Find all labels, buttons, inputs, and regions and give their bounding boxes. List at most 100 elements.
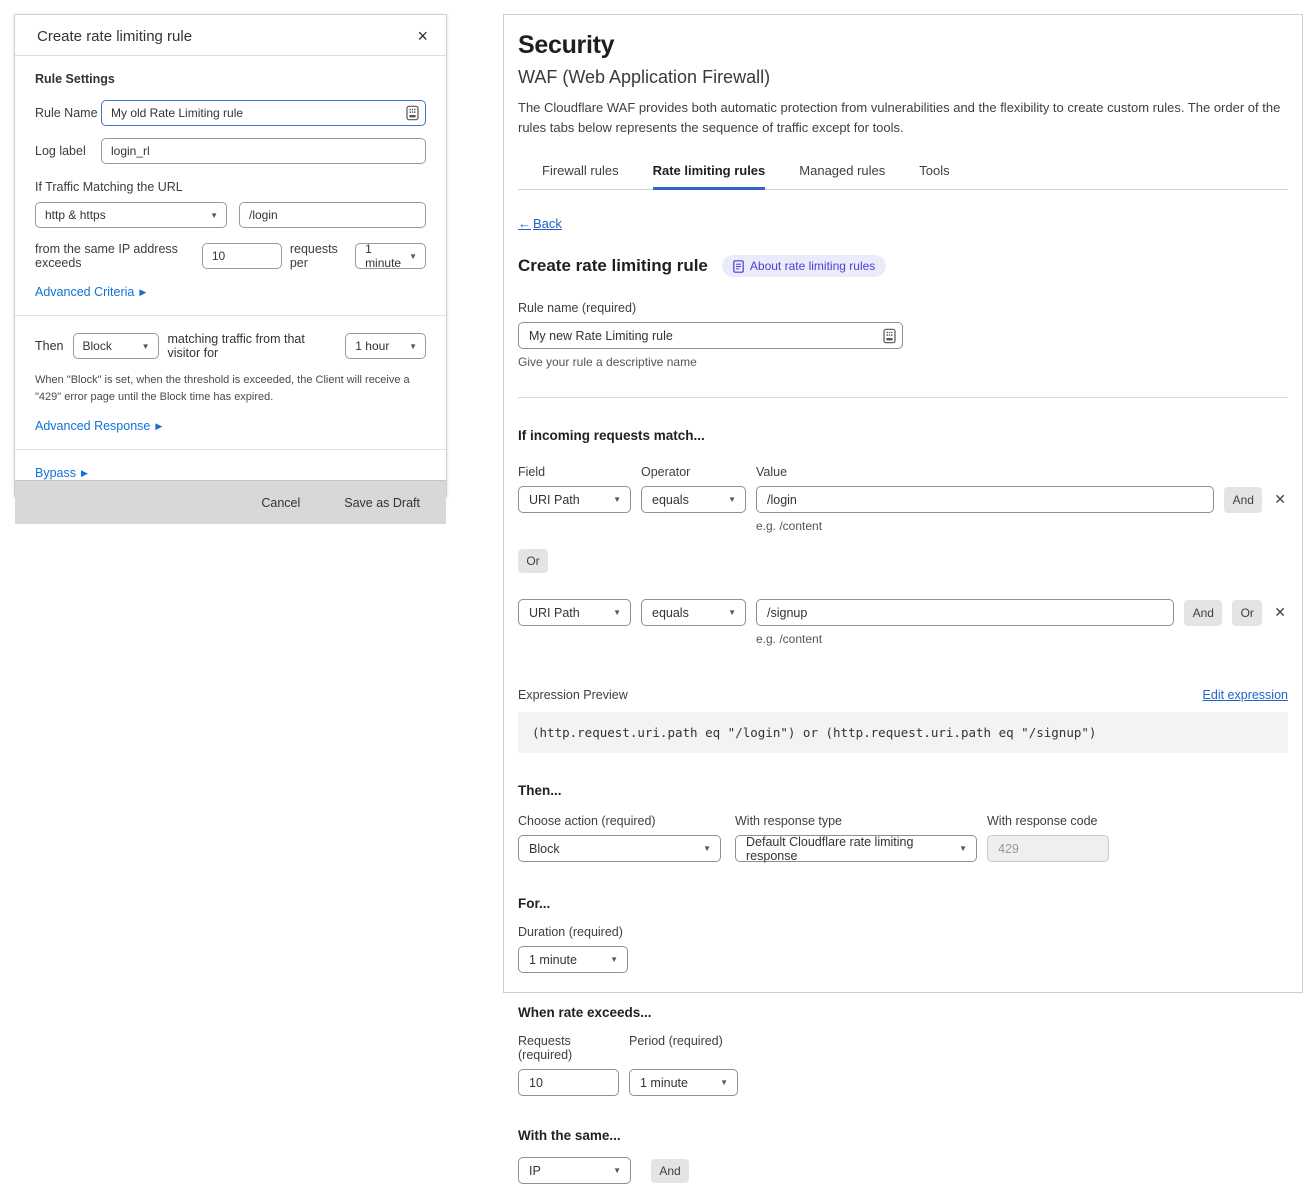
tab-firewall-rules[interactable]: Firewall rules	[542, 157, 619, 190]
bypass-link[interactable]: Bypass ▶	[35, 466, 88, 480]
rate-section-heading: When rate exceeds...	[518, 1005, 1288, 1020]
edit-expression-link[interactable]: Edit expression	[1203, 688, 1288, 702]
and-button[interactable]: And	[1224, 487, 1262, 513]
rule-name-label: Rule Name	[35, 106, 101, 120]
cancel-button[interactable]: Cancel	[261, 496, 300, 510]
log-label-input-wrap	[101, 138, 426, 164]
value-column-label: Value	[756, 465, 1288, 479]
chevron-down-icon: ▼	[142, 342, 150, 351]
remove-condition-icon[interactable]: ✕	[1272, 600, 1288, 625]
field-select[interactable]: URI Path ▼	[518, 486, 631, 513]
duration-select-value: 1 minute	[529, 953, 577, 967]
autofill-extension-icon[interactable]	[883, 328, 896, 343]
rule-name-helper: Give your rule a descriptive name	[518, 355, 1288, 369]
rate-controls: 1 minute ▼	[518, 1069, 1288, 1096]
condition-column-labels: Field Operator Value	[518, 465, 1288, 479]
flyout-caret-icon: ▶	[139, 287, 146, 298]
add-characteristic-and-button[interactable]: And	[651, 1159, 689, 1183]
or-button[interactable]: Or	[1232, 600, 1262, 626]
rule-name-label: Rule name (required)	[518, 301, 1288, 315]
operator-select[interactable]: equals ▼	[641, 599, 746, 626]
scheme-select-value: http & https	[45, 208, 106, 222]
chevron-down-icon: ▼	[728, 608, 736, 617]
period-select-value: 1 minute	[365, 242, 401, 270]
about-rate-limiting-badge[interactable]: About rate limiting rules	[722, 255, 886, 277]
doc-icon	[733, 260, 744, 273]
tab-rate-limiting-rules[interactable]: Rate limiting rules	[653, 157, 766, 190]
operator-select[interactable]: equals ▼	[641, 486, 746, 513]
rule-name-input[interactable]	[101, 100, 426, 126]
back-link[interactable]: ← Back	[518, 216, 562, 231]
duration-select[interactable]: 1 minute ▼	[518, 946, 628, 973]
page-title: Security	[518, 31, 1288, 60]
rule-name-input-wrap	[101, 100, 426, 126]
then-section-fields: Choose action (required) Block ▼ With re…	[518, 814, 1288, 862]
action-select[interactable]: Block ▼	[73, 333, 159, 359]
condition-row: URI Path ▼ equals ▼ e.g. /content And ✕	[518, 486, 1288, 533]
remove-condition-icon[interactable]: ✕	[1272, 487, 1288, 512]
threshold-input[interactable]	[202, 243, 282, 269]
response-code-label: With response code	[987, 814, 1109, 828]
operator-select-value: equals	[652, 606, 689, 620]
close-icon[interactable]: ×	[417, 27, 428, 45]
autofill-extension-icon[interactable]	[406, 106, 419, 121]
tab-managed-rules[interactable]: Managed rules	[799, 157, 885, 190]
for-section-heading: For...	[518, 896, 1288, 911]
url-input[interactable]	[239, 202, 426, 228]
value-input[interactable]	[756, 599, 1174, 626]
field-column-label: Field	[518, 465, 631, 479]
save-as-draft-button[interactable]: Save as Draft	[344, 496, 420, 510]
tab-tools[interactable]: Tools	[919, 157, 949, 190]
rule-name-input-wrap	[518, 322, 903, 349]
chevron-down-icon: ▼	[613, 1166, 621, 1175]
action-field-group: Choose action (required) Block ▼	[518, 814, 721, 862]
same-section-heading: With the same...	[518, 1128, 1288, 1143]
response-type-select[interactable]: Default Cloudflare rate limiting respons…	[735, 835, 977, 862]
response-type-field-group: With response type Default Cloudflare ra…	[735, 814, 977, 862]
create-rate-limiting-rule-dialog: Create rate limiting rule × Rule Setting…	[14, 14, 447, 497]
field-select-value: URI Path	[529, 606, 580, 620]
chevron-down-icon: ▼	[720, 1078, 728, 1087]
advanced-response-link[interactable]: Advanced Response ▶	[35, 419, 162, 433]
advanced-response-label: Advanced Response	[35, 419, 150, 433]
requests-input[interactable]	[518, 1069, 619, 1096]
chevron-down-icon: ▼	[613, 495, 621, 504]
advanced-criteria-link[interactable]: Advanced Criteria ▶	[35, 285, 146, 299]
then-row: Then Block ▼ matching traffic from that …	[35, 332, 426, 360]
chevron-down-icon: ▼	[409, 252, 417, 261]
security-waf-panel: Security WAF (Web Application Firewall) …	[503, 14, 1303, 993]
url-match-row: http & https ▼	[35, 202, 426, 228]
period-select[interactable]: 1 minute ▼	[355, 243, 426, 269]
traffic-match-label: If Traffic Matching the URL	[35, 180, 426, 194]
bypass-label: Bypass	[35, 466, 76, 480]
page-subtitle: WAF (Web Application Firewall)	[518, 67, 1288, 88]
form-title: Create rate limiting rule	[518, 256, 708, 276]
field-select[interactable]: URI Path ▼	[518, 599, 631, 626]
response-type-select-value: Default Cloudflare rate limiting respons…	[746, 835, 951, 863]
scheme-select[interactable]: http & https ▼	[35, 202, 227, 228]
value-input[interactable]	[756, 486, 1214, 513]
log-label-label: Log label	[35, 144, 101, 158]
divider	[518, 397, 1288, 398]
log-label-input[interactable]	[101, 138, 426, 164]
rate-column-labels: Requests (required) Period (required)	[518, 1034, 1288, 1062]
chevron-down-icon: ▼	[728, 495, 736, 504]
threshold-suffix-text: requests per	[290, 242, 347, 270]
expression-preview-label: Expression Preview	[518, 688, 628, 702]
requests-label: Requests (required)	[518, 1034, 619, 1062]
flyout-caret-icon: ▶	[81, 468, 88, 479]
duration-select[interactable]: 1 hour ▼	[345, 333, 426, 359]
action-select[interactable]: Block ▼	[518, 835, 721, 862]
chevron-down-icon: ▼	[210, 211, 218, 220]
action-select-value: Block	[529, 842, 560, 856]
response-code-field-group: With response code	[987, 814, 1109, 862]
log-label-row: Log label	[35, 138, 426, 164]
characteristic-select[interactable]: IP ▼	[518, 1157, 631, 1184]
divider	[15, 315, 446, 316]
or-button[interactable]: Or	[518, 549, 548, 573]
rule-name-input[interactable]	[518, 322, 903, 349]
and-button[interactable]: And	[1184, 600, 1222, 626]
rate-period-select[interactable]: 1 minute ▼	[629, 1069, 738, 1096]
chevron-down-icon: ▼	[409, 342, 417, 351]
action-label: Choose action (required)	[518, 814, 721, 828]
